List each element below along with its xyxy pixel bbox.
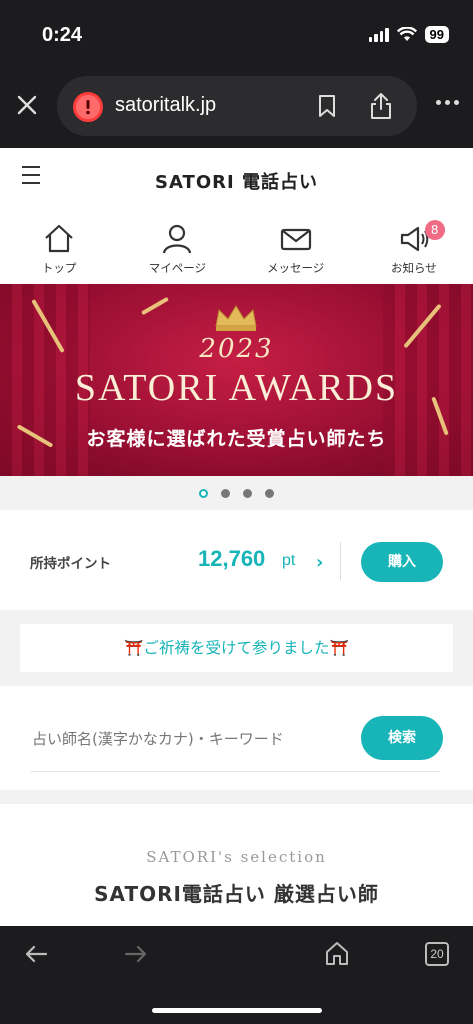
banner-subtitle: お客様に選ばれた受賞占い師たち — [86, 428, 387, 450]
carousel-dot[interactable] — [199, 488, 208, 498]
site-header: SATORI 電話占い — [0, 148, 473, 210]
crown-icon — [215, 305, 257, 331]
wifi-icon — [396, 27, 417, 41]
browser-toolbar: 20 — [0, 926, 473, 1024]
buy-points-button[interactable]: 購入 — [361, 542, 443, 582]
banner-title: SATORI AWARDS — [74, 367, 399, 409]
mail-icon — [280, 228, 311, 251]
nav-item-message[interactable]: メッセージ — [237, 210, 355, 284]
selection-subtitle: SATORI's selection — [146, 848, 327, 866]
chevron-right-icon[interactable]: › — [316, 552, 323, 573]
notification-badge: 8 — [424, 220, 445, 240]
user-icon — [163, 224, 192, 254]
points-label: 所持ポイント — [30, 556, 111, 572]
site-logo[interactable]: SATORI 電話占い — [0, 168, 473, 194]
signal-icon — [368, 27, 389, 42]
prayer-notice-link[interactable]: ⛩️ご祈祷を受けて参りました⛩️ — [20, 624, 453, 672]
confetti-ribbon — [141, 296, 169, 316]
nav-item-top[interactable]: トップ — [0, 210, 118, 284]
insecure-warning-icon[interactable] — [73, 92, 103, 122]
nav-item-news[interactable]: 8 お知らせ — [355, 210, 473, 284]
carousel-dot[interactable] — [221, 488, 230, 498]
url-text[interactable]: satoritalk.jp — [115, 94, 216, 117]
search-placeholder: 占い師名(漢字かなカナ)・キーワード — [32, 730, 284, 748]
nav-label: メッセージ — [266, 261, 325, 275]
search-panel: 占い師名(漢字かなカナ)・キーワード 検索 — [0, 686, 473, 790]
browser-chrome: 0:24 99 satoritalk.jp — [0, 0, 473, 148]
forward-arrow-icon[interactable] — [124, 944, 148, 964]
selection-section: SATORI's selection SATORI電話占い 厳選占い師 — [0, 804, 473, 926]
nav-label: マイページ — [148, 261, 207, 275]
points-value[interactable]: 12,760 — [198, 546, 265, 572]
points-unit: pt — [282, 552, 296, 569]
awards-banner[interactable]: 2023 SATORI AWARDS お客様に選ばれた受賞占い師たち — [0, 284, 473, 476]
status-icons: 99 — [368, 26, 449, 43]
nav-label: トップ — [41, 261, 77, 275]
battery-indicator: 99 — [424, 26, 449, 43]
bookmark-icon[interactable] — [317, 94, 337, 118]
search-input[interactable]: 占い師名(漢字かなカナ)・キーワード 検索 — [30, 716, 443, 772]
status-time: 0:24 — [42, 24, 83, 46]
nav-label: お知らせ — [390, 261, 437, 275]
carousel-dots — [0, 476, 473, 510]
tabs-count-button[interactable]: 20 — [425, 942, 449, 966]
torii-icon: ⛩️ — [329, 639, 349, 657]
search-button[interactable]: 検索 — [361, 716, 443, 760]
back-arrow-icon[interactable] — [24, 944, 48, 964]
home-icon[interactable] — [324, 940, 350, 966]
share-icon[interactable] — [369, 92, 393, 120]
nav-item-mypage[interactable]: マイページ — [118, 210, 236, 284]
carousel-dot[interactable] — [243, 488, 252, 498]
close-icon[interactable] — [16, 94, 38, 116]
url-bar[interactable]: satoritalk.jp — [57, 76, 417, 136]
banner-year: 2023 — [199, 334, 274, 364]
home-icon — [45, 224, 73, 253]
selection-title: SATORI電話占い 厳選占い師 — [94, 882, 379, 906]
main-nav: トップ マイページ メッセージ 8 お知らせ — [0, 210, 473, 284]
notice-text: ご祈祷を受けて参りました — [143, 639, 330, 657]
divider — [340, 542, 341, 580]
points-panel: 所持ポイント 12,760 pt › 購入 — [0, 510, 473, 610]
carousel-dot[interactable] — [265, 488, 274, 498]
more-options-icon[interactable] — [436, 100, 459, 105]
home-indicator — [152, 1008, 322, 1013]
torii-icon: ⛩️ — [124, 639, 144, 657]
